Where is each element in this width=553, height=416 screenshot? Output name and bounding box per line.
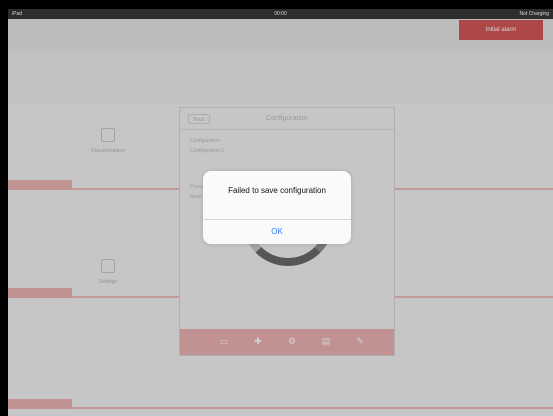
alert-ok-button[interactable]: OK (203, 220, 351, 244)
alert-message: Failed to save configuration (228, 186, 326, 195)
error-alert: Failed to save configuration OK (203, 171, 351, 244)
